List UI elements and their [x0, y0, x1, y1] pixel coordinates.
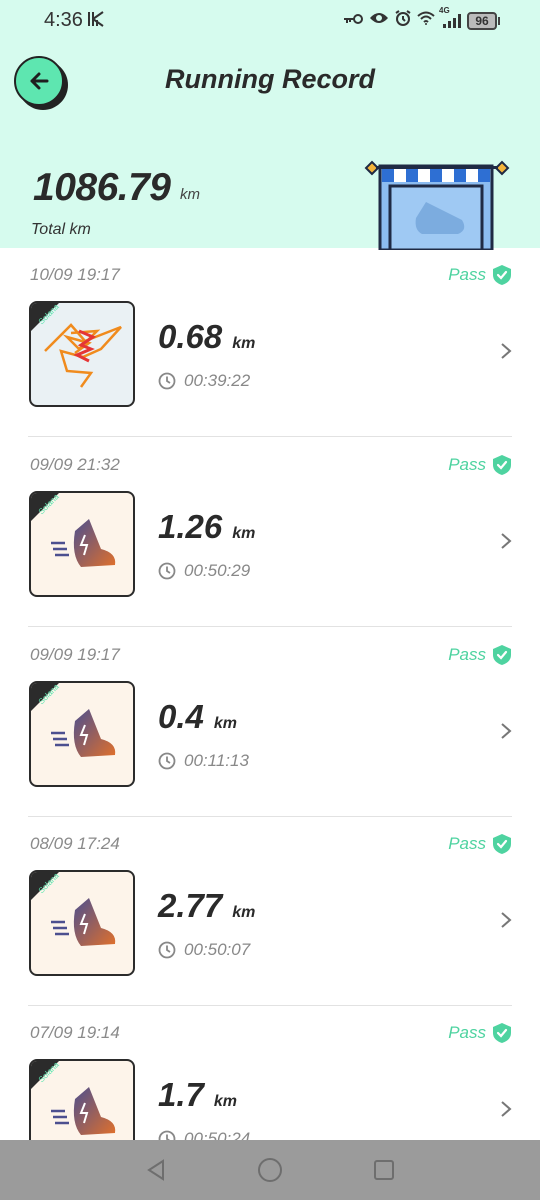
recents-square-icon[interactable] — [372, 1158, 396, 1182]
clock-icon — [158, 562, 176, 580]
eye-icon — [369, 11, 389, 30]
divider — [28, 626, 512, 627]
chevron-right-icon[interactable] — [500, 722, 512, 740]
record-duration: 00:50:07 — [158, 940, 250, 960]
record-item[interactable]: 09/09 21:32 Pass Solana 1.26 km 00:50:29 — [28, 438, 512, 627]
shield-check-icon — [493, 1023, 511, 1043]
status-badge: Pass — [448, 264, 512, 286]
status-label: Pass — [448, 645, 486, 664]
distance-value: 0.68 — [158, 318, 223, 355]
system-nav-bar — [0, 1140, 540, 1200]
status-badge: Pass — [448, 644, 512, 666]
chevron-right-icon[interactable] — [500, 1100, 512, 1118]
record-item[interactable]: 08/09 17:24 Pass Solana 2.77 km 00:50:07 — [28, 817, 512, 1006]
distance-unit: km — [213, 1093, 237, 1110]
status-badge: Pass — [448, 454, 512, 476]
shield-check-icon — [493, 265, 511, 285]
status-badge: Pass — [448, 1022, 512, 1044]
distance-value: 1.7 — [158, 1076, 204, 1113]
status-time: 4:36 — [44, 9, 83, 31]
record-date: 07/09 19:14 — [30, 1023, 120, 1042]
key-icon — [343, 12, 363, 30]
distance-value: 2.77 — [158, 887, 223, 924]
record-date: 09/09 19:17 — [30, 645, 120, 664]
clock-icon — [158, 941, 176, 959]
record-distance: 1.26 km — [158, 508, 255, 546]
record-date: 08/09 17:24 — [30, 834, 120, 853]
back-triangle-icon[interactable] — [144, 1158, 168, 1182]
shield-check-icon — [493, 834, 511, 854]
record-distance: 2.77 km — [158, 887, 255, 925]
header-area: 4:36 4G 96 Running Record 1086.79 km Tot… — [0, 0, 540, 250]
signal-icon: 4G — [439, 6, 461, 28]
status-badge: Pass — [448, 833, 512, 855]
total-distance-value: 1086.79 — [33, 166, 171, 209]
home-circle-icon[interactable] — [257, 1157, 283, 1183]
app-notification-icon — [88, 11, 106, 32]
network-type: 4G — [439, 5, 450, 15]
record-duration: 00:50:29 — [158, 561, 250, 581]
total-distance-unit: km — [180, 186, 200, 203]
duration-value: 00:50:07 — [184, 940, 251, 959]
status-icons: 4G 96 — [343, 6, 500, 31]
wifi-icon — [417, 11, 435, 30]
status-label: Pass — [448, 265, 486, 284]
running-banner-illustration — [364, 160, 510, 250]
shoe-thumbnail: Solana — [29, 491, 135, 597]
record-distance: 0.4 km — [158, 698, 237, 736]
record-duration: 00:11:13 — [158, 751, 249, 771]
clock-icon — [158, 752, 176, 770]
record-item[interactable]: 09/09 19:17 Pass Solana 0.4 km 00:11:13 — [28, 628, 512, 817]
total-distance-label: Total km — [31, 221, 91, 238]
status-label: Pass — [448, 834, 486, 853]
distance-unit: km — [213, 715, 237, 732]
chevron-right-icon[interactable] — [500, 532, 512, 550]
route-thumbnail: Solana — [29, 301, 135, 407]
distance-unit: km — [232, 335, 256, 352]
shield-check-icon — [493, 455, 511, 475]
record-distance: 0.68 km — [158, 318, 255, 356]
shoe-thumbnail: Solana — [29, 870, 135, 976]
record-item[interactable]: 10/09 19:17 Pass Solana 0.68 km 00:39:22 — [28, 248, 512, 437]
battery-icon: 96 — [467, 11, 500, 30]
divider — [28, 436, 512, 437]
duration-value: 00:39:22 — [184, 371, 251, 390]
distance-value: 0.4 — [158, 698, 204, 735]
record-date: 09/09 21:32 — [30, 455, 120, 474]
page-title: Running Record — [165, 64, 375, 94]
duration-value: 00:50:29 — [184, 561, 251, 580]
shoe-thumbnail: Solana — [29, 681, 135, 787]
chevron-right-icon[interactable] — [500, 911, 512, 929]
record-duration: 00:39:22 — [158, 371, 250, 391]
distance-unit: km — [232, 904, 256, 921]
status-label: Pass — [448, 455, 486, 474]
record-date: 10/09 19:17 — [30, 265, 120, 284]
chevron-right-icon[interactable] — [500, 342, 512, 360]
duration-value: 00:11:13 — [184, 751, 249, 770]
status-label: Pass — [448, 1023, 486, 1042]
shield-check-icon — [493, 645, 511, 665]
record-distance: 1.7 km — [158, 1076, 237, 1114]
distance-value: 1.26 — [158, 508, 223, 545]
distance-unit: km — [232, 525, 256, 542]
status-bar: 4:36 4G 96 — [0, 0, 540, 40]
clock-icon — [158, 372, 176, 390]
battery-level: 96 — [467, 11, 497, 30]
alarm-icon — [395, 10, 411, 31]
